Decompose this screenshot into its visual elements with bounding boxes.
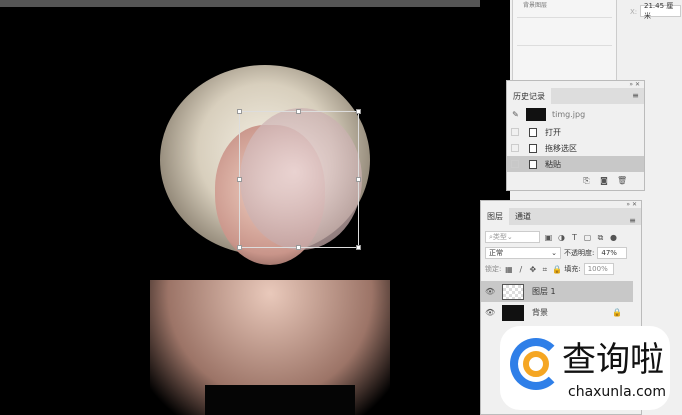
history-item[interactable]: 粘贴 [507, 156, 644, 172]
watermark-title: 查询啦 [562, 340, 664, 380]
layer-name: 背景 [532, 308, 548, 317]
snapshot-thumbnail [526, 107, 546, 121]
adjustment-filter-icon[interactable]: ◑ [557, 233, 566, 242]
history-panel: » ✕ 历史记录 ≡ ✎ timg.jpg 打开 拖移选区 粘贴 ⎘ ◙ 🗑 [506, 80, 645, 191]
opacity-label: 不透明度: [564, 249, 595, 257]
watermark-logo-magnifier [523, 351, 549, 377]
layer-row[interactable]: 👁 背景 🔒 [481, 302, 633, 323]
history-item-label: 打开 [545, 127, 561, 137]
tab-history[interactable]: 历史记录 [507, 88, 551, 104]
lock-icon: 🔒 [612, 308, 622, 317]
properties-panel: 背景图层 [512, 0, 617, 80]
panel-collapse-icon[interactable]: » ✕ [507, 81, 644, 88]
filter-toggle-icon[interactable]: ● [609, 233, 618, 242]
lock-label: 锁定: [485, 265, 502, 273]
opacity-input[interactable]: 47% [597, 247, 628, 259]
panel-menu-icon[interactable]: ≡ [628, 216, 637, 225]
transform-handle[interactable] [296, 245, 301, 250]
transform-handle[interactable] [356, 245, 361, 250]
layer-thumbnail [502, 304, 524, 321]
document-canvas[interactable] [0, 0, 510, 415]
history-item[interactable]: 拖移选区 [507, 140, 644, 156]
dress [205, 385, 355, 415]
transform-handle[interactable] [356, 109, 361, 114]
new-document-from-state-icon[interactable]: ⎘ [582, 176, 591, 185]
snapshot-name: timg.jpg [552, 109, 586, 119]
layer-row[interactable]: 👁 图层 1 [481, 281, 633, 302]
shape-filter-icon[interactable]: ▢ [583, 233, 592, 242]
options-bar-edge [0, 0, 480, 7]
layer-filter-select[interactable]: ⌕ 类型 ⌄ [485, 231, 540, 243]
watermark-url: chaxunla.com [568, 384, 666, 400]
transform-handle[interactable] [237, 177, 242, 182]
lock-all-icon[interactable]: 🔒 [552, 265, 562, 274]
history-item-label: 粘贴 [545, 159, 561, 169]
visibility-eye-icon[interactable]: 👁 [485, 308, 495, 317]
transform-handle[interactable] [356, 177, 361, 182]
trash-icon[interactable]: 🗑 [617, 176, 627, 185]
blend-mode-select[interactable]: 正常 ⌄ [485, 247, 561, 259]
transform-handle[interactable] [237, 109, 242, 114]
layer-thumbnail [502, 283, 524, 300]
lock-pixels-icon[interactable]: / [516, 265, 525, 274]
history-item[interactable]: 打开 [507, 124, 644, 140]
lock-artboard-icon[interactable]: ⌗ [540, 265, 549, 274]
blend-mode-value: 正常 [489, 249, 503, 257]
pixel-filter-icon[interactable]: ▣ [544, 233, 553, 242]
document-icon [529, 143, 537, 153]
tab-layers[interactable]: 图层 [481, 208, 509, 225]
type-filter-icon[interactable]: T [570, 233, 579, 242]
transform-handle[interactable] [237, 245, 242, 250]
smart-object-filter-icon[interactable]: ⧉ [596, 233, 605, 242]
transform-box[interactable] [237, 109, 361, 250]
lock-position-icon[interactable]: ✥ [528, 265, 537, 274]
tab-channels[interactable]: 通道 [509, 208, 537, 225]
filter-label: 类型 [492, 233, 507, 241]
fill-input[interactable]: 100% [583, 263, 614, 275]
x-label: X: [630, 8, 638, 16]
fill-label: 填充: [564, 265, 581, 273]
history-item-label: 拖移选区 [545, 143, 577, 153]
document-icon [529, 159, 537, 169]
document-icon [529, 127, 537, 137]
properties-label: 背景图层 [523, 2, 548, 9]
visibility-eye-icon[interactable]: 👁 [485, 287, 495, 296]
transform-handle[interactable] [296, 109, 301, 114]
panel-menu-icon[interactable]: ≡ [631, 91, 640, 100]
camera-icon[interactable]: ◙ [599, 176, 608, 185]
watermark: 查询啦 chaxunla.com [500, 326, 670, 410]
lock-transparent-icon[interactable]: ▦ [504, 265, 513, 274]
history-snapshot[interactable]: ✎ timg.jpg [507, 104, 644, 124]
layer-name: 图层 1 [532, 287, 556, 296]
x-position-input[interactable]: 21.45 厘米 [640, 2, 681, 20]
brush-source-icon: ✎ [512, 109, 519, 119]
panel-collapse-icon[interactable]: » ✕ [481, 201, 641, 208]
